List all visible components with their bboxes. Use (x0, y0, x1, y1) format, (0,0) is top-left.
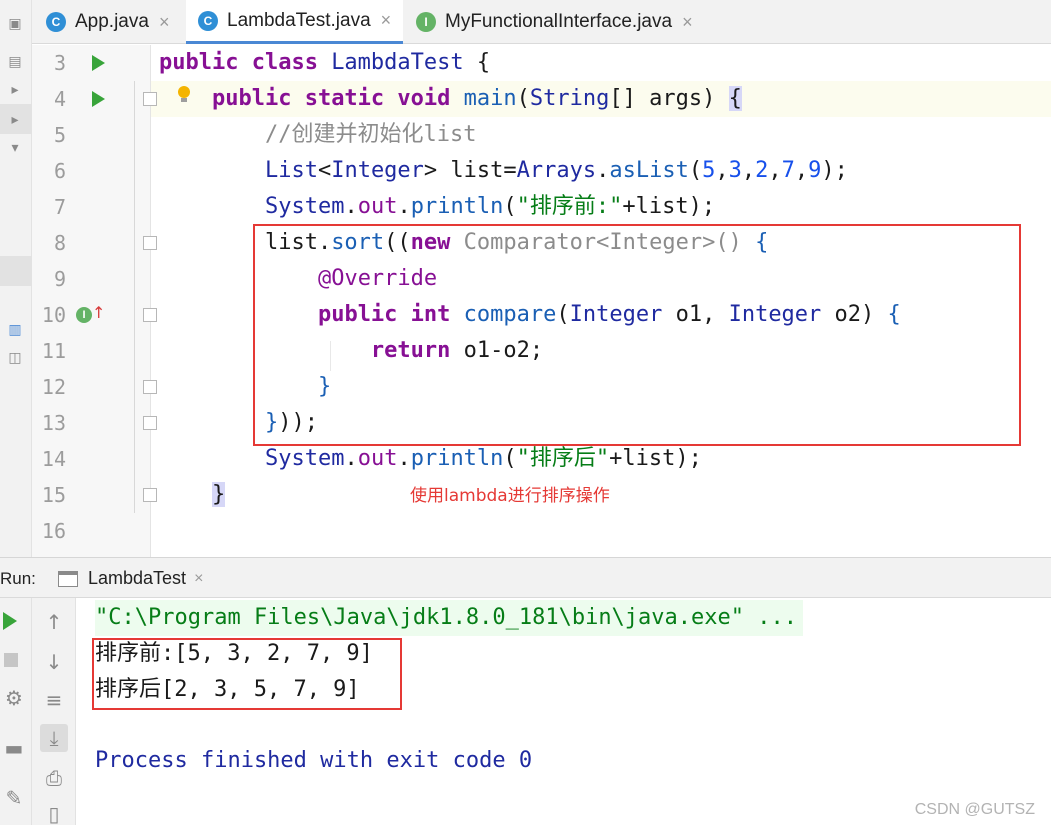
arrow-up-icon[interactable]: ↑ (40, 608, 68, 636)
arrow-down-icon[interactable]: ↓ (40, 648, 68, 676)
code-line[interactable]: System.out.println("排序后"+list); (159, 441, 702, 477)
tab-app-java[interactable]: C App.java × (46, 0, 169, 44)
interface-icon: I (416, 12, 436, 32)
annotation-text: 使用lambda进行排序操作 (410, 486, 610, 506)
trash-icon[interactable]: ▯ (40, 800, 68, 825)
run-main-icon[interactable] (92, 91, 105, 107)
expand-icon[interactable]: ▸ (4, 110, 26, 130)
stop-icon[interactable] (4, 653, 18, 667)
line-number: 11 (41, 339, 66, 363)
structure-icon[interactable]: ▥ (4, 320, 26, 340)
highlight-box (92, 638, 402, 710)
fold-end-icon[interactable] (143, 380, 157, 394)
run-class-icon[interactable] (92, 55, 105, 71)
line-number: 7 (53, 195, 66, 219)
arrow-up-icon: ↑ (92, 303, 106, 322)
line-number: 14 (41, 447, 66, 471)
line-number: 12 (41, 375, 66, 399)
code-line[interactable]: } (159, 477, 226, 513)
close-icon[interactable]: × (682, 12, 693, 33)
chevron-down-icon[interactable]: ▾ (4, 138, 26, 158)
class-icon: C (198, 10, 218, 31)
project-icon[interactable]: ▣ (4, 14, 26, 34)
code-line[interactable]: List<Integer> list=Arrays.asList(5,3,2,7… (159, 153, 848, 189)
fold-end-icon[interactable] (143, 416, 157, 430)
indent-guide (134, 81, 135, 513)
print-icon[interactable]: ⎙ (40, 764, 68, 792)
highlight-box (253, 224, 1021, 446)
code-line[interactable]: System.out.println("排序前:"+list); (159, 189, 715, 225)
layout-icon[interactable]: ▬ (0, 734, 28, 762)
watermark: CSDN @GUTSZ (914, 801, 1035, 818)
folder-icon[interactable]: ▤ (4, 52, 26, 72)
editor-tab-bar: C App.java × C LambdaTest.java × I MyFun… (32, 0, 1051, 44)
soft-wrap-icon[interactable]: ≡ (40, 686, 68, 714)
code-line[interactable]: public static void main(String[] args) { (159, 81, 742, 117)
run-tab-label: LambdaTest (88, 568, 187, 588)
rerun-icon[interactable] (3, 612, 17, 630)
run-tab-lambdatest[interactable]: LambdaTest × (58, 558, 203, 599)
hierarchy-icon[interactable]: ◫ (4, 348, 26, 368)
selected-tool-highlight (0, 256, 32, 286)
line-number: 5 (53, 123, 66, 147)
fold-marker-icon[interactable] (143, 308, 157, 322)
console-icon (58, 570, 78, 587)
line-number: 4 (53, 87, 66, 111)
line-number: 10 (41, 303, 66, 327)
fold-end-icon[interactable] (143, 488, 157, 502)
run-panel-header: Run: LambdaTest × (0, 557, 1051, 598)
fold-marker-icon[interactable] (143, 92, 157, 106)
run-toolbar: ⚙ ▬ ✎ (0, 598, 32, 825)
debug-settings-icon[interactable]: ⚙ (0, 684, 28, 712)
line-number: 13 (41, 411, 66, 435)
command-line: "C:\Program Files\Java\jdk1.8.0_181\bin\… (95, 600, 803, 636)
run-label: Run: (0, 569, 36, 588)
scroll-to-end-icon[interactable]: ⤓ (40, 724, 68, 752)
tab-label: MyFunctionalInterface.java (445, 11, 673, 32)
class-icon: C (46, 12, 66, 32)
fold-marker-icon[interactable] (143, 236, 157, 250)
line-number: 16 (41, 519, 66, 543)
line-number: 8 (53, 231, 66, 255)
close-icon[interactable]: × (159, 12, 170, 33)
line-number: 3 (53, 51, 66, 75)
pin-icon[interactable]: ✎ (0, 784, 28, 812)
line-number: 6 (53, 159, 66, 183)
tab-label: App.java (75, 11, 149, 32)
line-number: 9 (53, 267, 66, 291)
line-number: 15 (41, 483, 66, 507)
console-toolbar: ↑ ↓ ≡ ⤓ ⎙ ▯ (32, 598, 76, 825)
close-icon[interactable]: × (381, 10, 392, 31)
gutter-divider (150, 45, 151, 557)
code-line[interactable]: //创建并初始化list (159, 117, 476, 153)
tab-label: LambdaTest.java (227, 9, 371, 31)
console-output[interactable]: "C:\Program Files\Java\jdk1.8.0_181\bin\… (77, 598, 1051, 825)
tab-lambdatest-java[interactable]: C LambdaTest.java × (186, 0, 404, 44)
implements-icon[interactable]: I (76, 307, 92, 323)
close-icon[interactable]: × (194, 570, 203, 588)
code-line[interactable]: public class LambdaTest { (159, 45, 490, 81)
code-editor[interactable]: 3 4 5 6 7 8 9 10 11 12 13 14 15 16 I ↑ p… (32, 45, 1051, 557)
left-tool-strip: ▣ ▤ ▸ ▸ ▾ ▥ ◫ (0, 0, 32, 557)
collapse-icon[interactable]: ▸ (4, 80, 26, 100)
tab-myfunctionalinterface-java[interactable]: I MyFunctionalInterface.java × (416, 0, 693, 44)
process-finished-line: Process finished with exit code 0 (95, 748, 533, 773)
